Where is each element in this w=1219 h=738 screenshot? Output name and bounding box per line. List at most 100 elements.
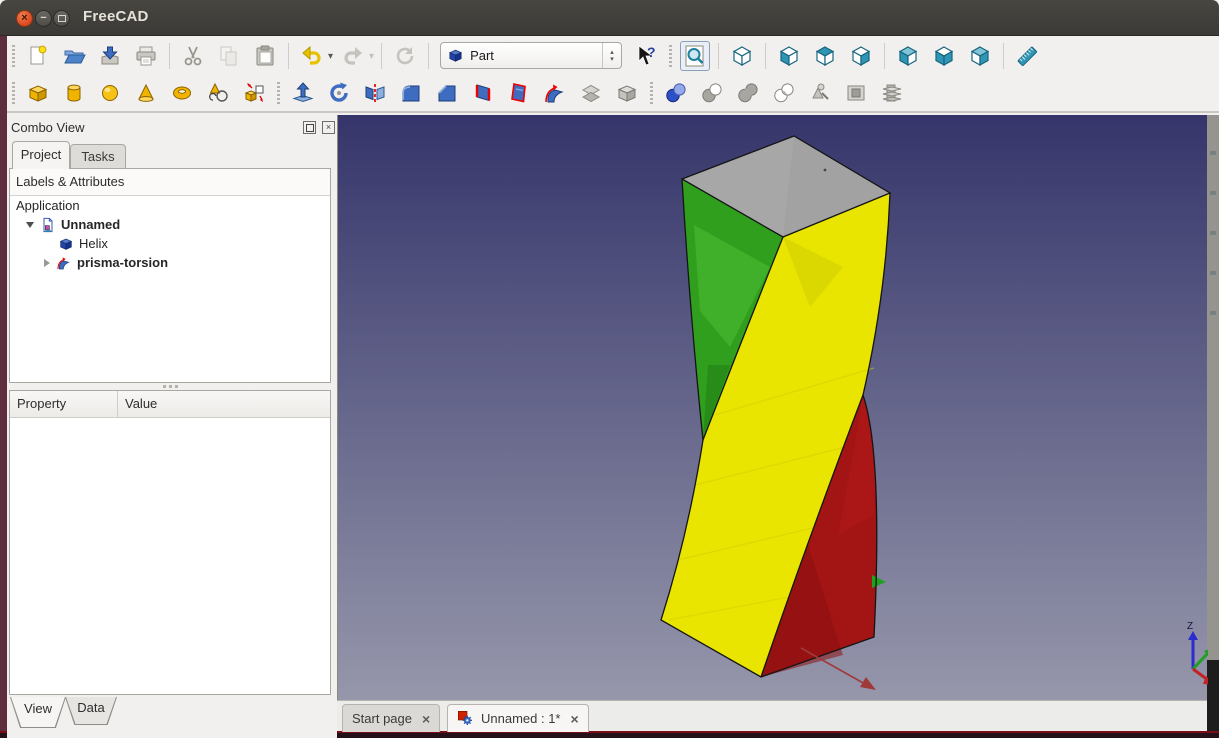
toolbar-separator — [381, 43, 382, 69]
panel-close-button[interactable]: × — [322, 121, 335, 134]
loft-button[interactable] — [504, 78, 534, 108]
primitives-dialog-icon — [206, 81, 230, 105]
view-front-button[interactable] — [774, 41, 804, 71]
freecad-window: × − FreeCAD ▾▾Part▴▾? Combo View × Proje… — [0, 0, 1219, 738]
undo-icon — [300, 44, 324, 68]
whats-this-button[interactable]: ? — [631, 41, 661, 71]
tree-item-helix[interactable]: Helix — [10, 234, 330, 253]
boolean-icon — [664, 81, 688, 105]
cylinder-button[interactable] — [59, 78, 89, 108]
window-minimize-button[interactable]: − — [35, 10, 52, 27]
view-axonometric-button[interactable] — [727, 41, 757, 71]
origin-y-arrow-icon — [872, 575, 886, 588]
prisma-torsion-model: Z Y X — [338, 115, 1208, 700]
fillet-button[interactable] — [396, 78, 426, 108]
check-geometry-icon — [808, 81, 832, 105]
print-button[interactable] — [131, 41, 161, 71]
view-axonometric-icon — [730, 44, 754, 68]
tab-tasks[interactable]: Tasks — [70, 144, 126, 169]
sweep-button[interactable] — [540, 78, 570, 108]
refresh-icon — [393, 44, 417, 68]
shape-builder-icon — [242, 81, 266, 105]
vertex-dot — [824, 169, 827, 172]
view-bottom-button[interactable] — [929, 41, 959, 71]
primitives-dialog-button[interactable] — [203, 78, 233, 108]
panel-float-button[interactable] — [303, 121, 316, 134]
toolbar-grip[interactable] — [12, 82, 15, 104]
cut-button[interactable] — [178, 41, 208, 71]
sweep-icon — [56, 255, 72, 271]
undo-button[interactable] — [297, 41, 327, 71]
check-geometry-button[interactable] — [805, 78, 835, 108]
cross-sections-button[interactable] — [877, 78, 907, 108]
box-button[interactable] — [23, 78, 53, 108]
ruled-surface-button[interactable] — [468, 78, 498, 108]
intersection-button[interactable] — [769, 78, 799, 108]
value-column-header[interactable]: Value — [118, 391, 330, 417]
new-file-icon — [26, 44, 50, 68]
mirror-icon — [363, 81, 387, 105]
workbench-selector[interactable]: Part▴▾ — [440, 42, 622, 69]
shape-builder-button[interactable] — [239, 78, 269, 108]
tab-start-page[interactable]: Start page × — [342, 704, 440, 732]
standard-toolbar: ▾▾Part▴▾? — [7, 36, 1219, 75]
redo-icon — [341, 44, 365, 68]
view-rear-button[interactable] — [893, 41, 923, 71]
refresh-button — [390, 41, 420, 71]
toolbar-grip[interactable] — [277, 82, 280, 104]
sphere-button[interactable] — [95, 78, 125, 108]
union-button[interactable] — [733, 78, 763, 108]
tab-data[interactable]: Data — [65, 697, 117, 725]
property-column-header[interactable]: Property — [10, 391, 118, 417]
tree-item-unnamed[interactable]: Unnamed — [10, 215, 330, 234]
paste-button[interactable] — [250, 41, 280, 71]
offset-button[interactable] — [576, 78, 606, 108]
cut-boolean-button[interactable] — [697, 78, 727, 108]
mirror-button[interactable] — [360, 78, 390, 108]
toolbar-grip[interactable] — [669, 45, 672, 67]
spinner-arrows-icon[interactable]: ▴▾ — [602, 43, 621, 68]
thickness-button[interactable] — [612, 78, 642, 108]
collapse-arrow-icon[interactable] — [44, 259, 50, 267]
whats-this-icon: ? — [634, 44, 658, 68]
open-folder-button[interactable] — [59, 41, 89, 71]
toolbar-grip[interactable] — [650, 82, 653, 104]
3d-viewport[interactable]: Z Y X — [337, 115, 1207, 700]
view-front-icon — [777, 44, 801, 68]
tab-project[interactable]: Project — [12, 141, 70, 169]
tree-root-application[interactable]: Application — [10, 196, 330, 215]
section-button[interactable] — [841, 78, 871, 108]
view-top-button[interactable] — [810, 41, 840, 71]
measure-distance-button[interactable] — [1012, 41, 1042, 71]
tab-unnamed-document[interactable]: Unnamed : 1* × — [447, 704, 589, 732]
view-top-icon — [813, 44, 837, 68]
section-icon — [844, 81, 868, 105]
torus-button[interactable] — [167, 78, 197, 108]
workbench-selected-value: Part — [470, 48, 602, 63]
cone-button[interactable] — [131, 78, 161, 108]
sphere-icon — [98, 81, 122, 105]
window-maximize-button[interactable] — [53, 10, 70, 27]
view-left-button[interactable] — [965, 41, 995, 71]
chamfer-button[interactable] — [432, 78, 462, 108]
model-tree: Labels & Attributes Application Unnamed … — [9, 168, 331, 383]
save-button[interactable] — [95, 41, 125, 71]
fit-all-button[interactable] — [680, 41, 710, 71]
titlebar: × − FreeCAD — [0, 0, 1219, 36]
chamfer-icon — [435, 81, 459, 105]
new-file-button[interactable] — [23, 41, 53, 71]
dropdown-arrow-icon[interactable]: ▾ — [328, 49, 333, 62]
close-tab-icon[interactable]: × — [422, 712, 430, 726]
tree-item-prisma-torsion[interactable]: prisma-torsion — [10, 253, 330, 272]
view-right-button[interactable] — [846, 41, 876, 71]
expand-arrow-icon[interactable] — [26, 222, 34, 228]
close-tab-icon[interactable]: × — [571, 712, 579, 726]
window-close-button[interactable]: × — [16, 10, 33, 27]
toolbar-separator — [169, 43, 170, 69]
tab-view[interactable]: View — [10, 697, 66, 728]
boolean-button[interactable] — [661, 78, 691, 108]
panel-splitter[interactable] — [9, 383, 331, 390]
toolbar-grip[interactable] — [12, 45, 15, 67]
revolve-button[interactable] — [324, 78, 354, 108]
extrude-button[interactable] — [288, 78, 318, 108]
